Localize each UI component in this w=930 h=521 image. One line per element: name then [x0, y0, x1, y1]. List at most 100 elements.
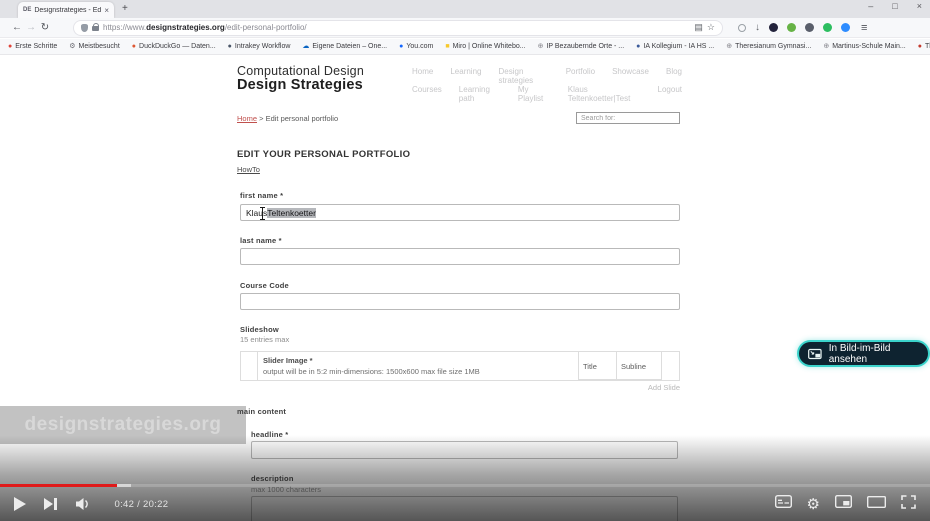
next-button[interactable]	[44, 498, 57, 510]
slider-image-cell[interactable]: Slider Image * output will be in 5:2 min…	[257, 352, 578, 380]
bookmark-item[interactable]: ● You.com	[399, 43, 433, 50]
last-name-input[interactable]	[240, 248, 680, 265]
navigation-toolbar: ← → ↻ https://www.designstrategies.org/e…	[0, 18, 930, 38]
extension-icon[interactable]	[841, 23, 850, 32]
text-cursor	[259, 207, 266, 220]
tab-title: Designstrategies - Edit person...	[34, 6, 102, 14]
video-player-overlay: 0:42 / 20:22 ⚙	[0, 435, 930, 521]
pip-toggle-button[interactable]: In Bild-im-Bild ansehen	[797, 340, 930, 367]
subtitles-icon	[774, 494, 792, 509]
reader-mode-icon[interactable]: ▤	[694, 22, 703, 33]
settings-gear-icon[interactable]: ⚙	[807, 497, 820, 512]
back-button[interactable]: ←	[10, 22, 24, 33]
bookmark-item[interactable]: ● DuckDuckGo — Daten...	[132, 43, 216, 50]
main-content-label: main content	[237, 407, 287, 416]
screenshot-extension-icon[interactable]	[738, 23, 746, 32]
nav-link-user-account[interactable]: Klaus Teltenkoetter|Test	[568, 85, 641, 103]
first-name-input[interactable]: Klaus Teltenkoetter	[240, 204, 680, 221]
slideshow-row-handle-cell	[241, 352, 257, 380]
search-input[interactable]	[576, 112, 680, 124]
minimize-button[interactable]: –	[868, 1, 873, 11]
nav-link-portfolio[interactable]: Portfolio	[566, 67, 595, 85]
breadcrumb-current: Edit personal portfolio	[265, 114, 339, 123]
bookmark-item[interactable]: ● Intrakey Workflow	[228, 43, 291, 50]
first-name-label: first name *	[240, 191, 284, 200]
volume-button[interactable]	[75, 497, 93, 511]
bookmark-label: Theresianum Mainz	[924, 43, 930, 50]
slideshow-label: Slideshow	[240, 325, 279, 334]
miniplayer-button[interactable]	[834, 494, 853, 513]
nav-link-logout[interactable]: Logout	[658, 85, 682, 103]
extension-icon[interactable]	[823, 23, 832, 32]
subtitles-button[interactable]	[774, 494, 792, 513]
extension-icon[interactable]	[769, 23, 778, 32]
nav-link-showcase[interactable]: Showcase	[612, 67, 649, 85]
forward-button[interactable]: →	[24, 22, 38, 33]
toolbar-extensions: ↓ ≡	[738, 22, 867, 34]
theater-mode-icon	[866, 495, 887, 509]
window-close-button[interactable]: ×	[917, 1, 922, 11]
bookmark-item[interactable]: ⊕ IP Bezaubernde Orte - ...	[538, 43, 625, 50]
maximize-button[interactable]: □	[892, 1, 897, 11]
subline-column-cell[interactable]: Subline	[616, 352, 661, 380]
browser-tab[interactable]: DE Designstrategies - Edit person... ×	[18, 2, 114, 18]
nav-link-design-strategies[interactable]: Design strategies	[498, 67, 548, 85]
breadcrumb-separator: >	[257, 114, 266, 123]
reload-button[interactable]: ↻	[38, 22, 52, 33]
extension-icon[interactable]	[787, 23, 796, 32]
bookmark-item[interactable]: ⊕ Theresianum Gymnasi...	[726, 43, 811, 50]
breadcrumb-home-link[interactable]: Home	[237, 114, 257, 123]
nav-link-learning-path[interactable]: Learning path	[459, 85, 501, 103]
course-code-input[interactable]	[240, 293, 680, 310]
url-bar[interactable]: https://www.designstrategies.org/edit-pe…	[74, 20, 722, 35]
bookmark-item[interactable]: ☁ Eigene Dateien – One...	[302, 43, 387, 50]
tab-favicon: DE	[23, 7, 32, 13]
nav-link-learning[interactable]: Learning	[450, 67, 481, 85]
page-title: EDIT YOUR PERSONAL PORTFOLIO	[237, 149, 411, 160]
nav-link-my-playlist[interactable]: My Playlist	[518, 85, 551, 103]
bookmark-label: Miro | Online Whitebo...	[452, 43, 526, 50]
tracking-protection-icon[interactable]	[81, 23, 88, 32]
bookmark-favicon: ●	[399, 43, 404, 50]
add-slide-link[interactable]: Add Slide	[240, 383, 680, 392]
theater-mode-button[interactable]	[866, 495, 887, 513]
slider-image-hint: output will be in 5:2 min-dimensions: 15…	[263, 367, 480, 376]
new-tab-button[interactable]: +	[122, 3, 128, 14]
url-text: https://www.designstrategies.org/edit-pe…	[103, 23, 307, 32]
subline-column-header: Subline	[621, 362, 647, 371]
bookmark-item[interactable]: ■ Miro | Online Whitebo...	[445, 43, 525, 50]
bookmark-item[interactable]: ●Theresianum Mainz	[918, 43, 930, 50]
downloads-icon[interactable]: ↓	[755, 22, 760, 33]
last-name-label: last name *	[240, 236, 282, 245]
bookmark-label: You.com	[406, 43, 434, 50]
play-button[interactable]	[14, 497, 26, 511]
nav-link-blog[interactable]: Blog	[666, 67, 682, 85]
extension-icon[interactable]	[805, 23, 814, 32]
bookmark-label: Erste Schritte	[15, 43, 58, 50]
next-icon-bar	[54, 498, 57, 510]
picture-in-picture-icon	[808, 348, 822, 359]
nav-link-courses[interactable]: Courses	[412, 85, 442, 103]
bookmark-item[interactable]: ● Erste Schritte	[8, 43, 57, 50]
bookmark-favicon: ●	[131, 43, 137, 50]
bookmark-item[interactable]: ⚙ Meistbesucht	[69, 43, 120, 50]
bookmark-favicon: ⊕	[537, 43, 544, 50]
bookmark-favicon: ⚙	[69, 43, 76, 50]
bookmark-label: IA Kollegium - IA HS ...	[643, 43, 715, 50]
fullscreen-button[interactable]	[901, 494, 916, 514]
tab-close-icon[interactable]: ×	[104, 6, 109, 15]
bookmark-item[interactable]: ● IA Kollegium - IA HS ...	[636, 43, 714, 50]
bookmark-star-icon[interactable]: ☆	[707, 22, 715, 33]
video-frame: DE Designstrategies - Edit person... × +…	[0, 0, 930, 521]
title-column-cell[interactable]: Title	[578, 352, 616, 380]
pip-tooltip-label: In Bild-im-Bild ansehen	[828, 342, 891, 365]
bookmark-item[interactable]: ⊕ Martinus-Schule Main...	[823, 43, 905, 50]
howto-link[interactable]: HowTo	[237, 165, 260, 174]
nav-link-home[interactable]: Home	[412, 67, 433, 85]
window-controls: – □ ×	[868, 1, 922, 11]
site-brand-main[interactable]: Design Strategies	[237, 77, 363, 93]
course-code-label: Course Code	[240, 281, 289, 290]
lock-icon[interactable]	[92, 23, 99, 32]
hamburger-menu-icon[interactable]: ≡	[861, 22, 867, 34]
bookmark-favicon: ■	[445, 43, 450, 50]
